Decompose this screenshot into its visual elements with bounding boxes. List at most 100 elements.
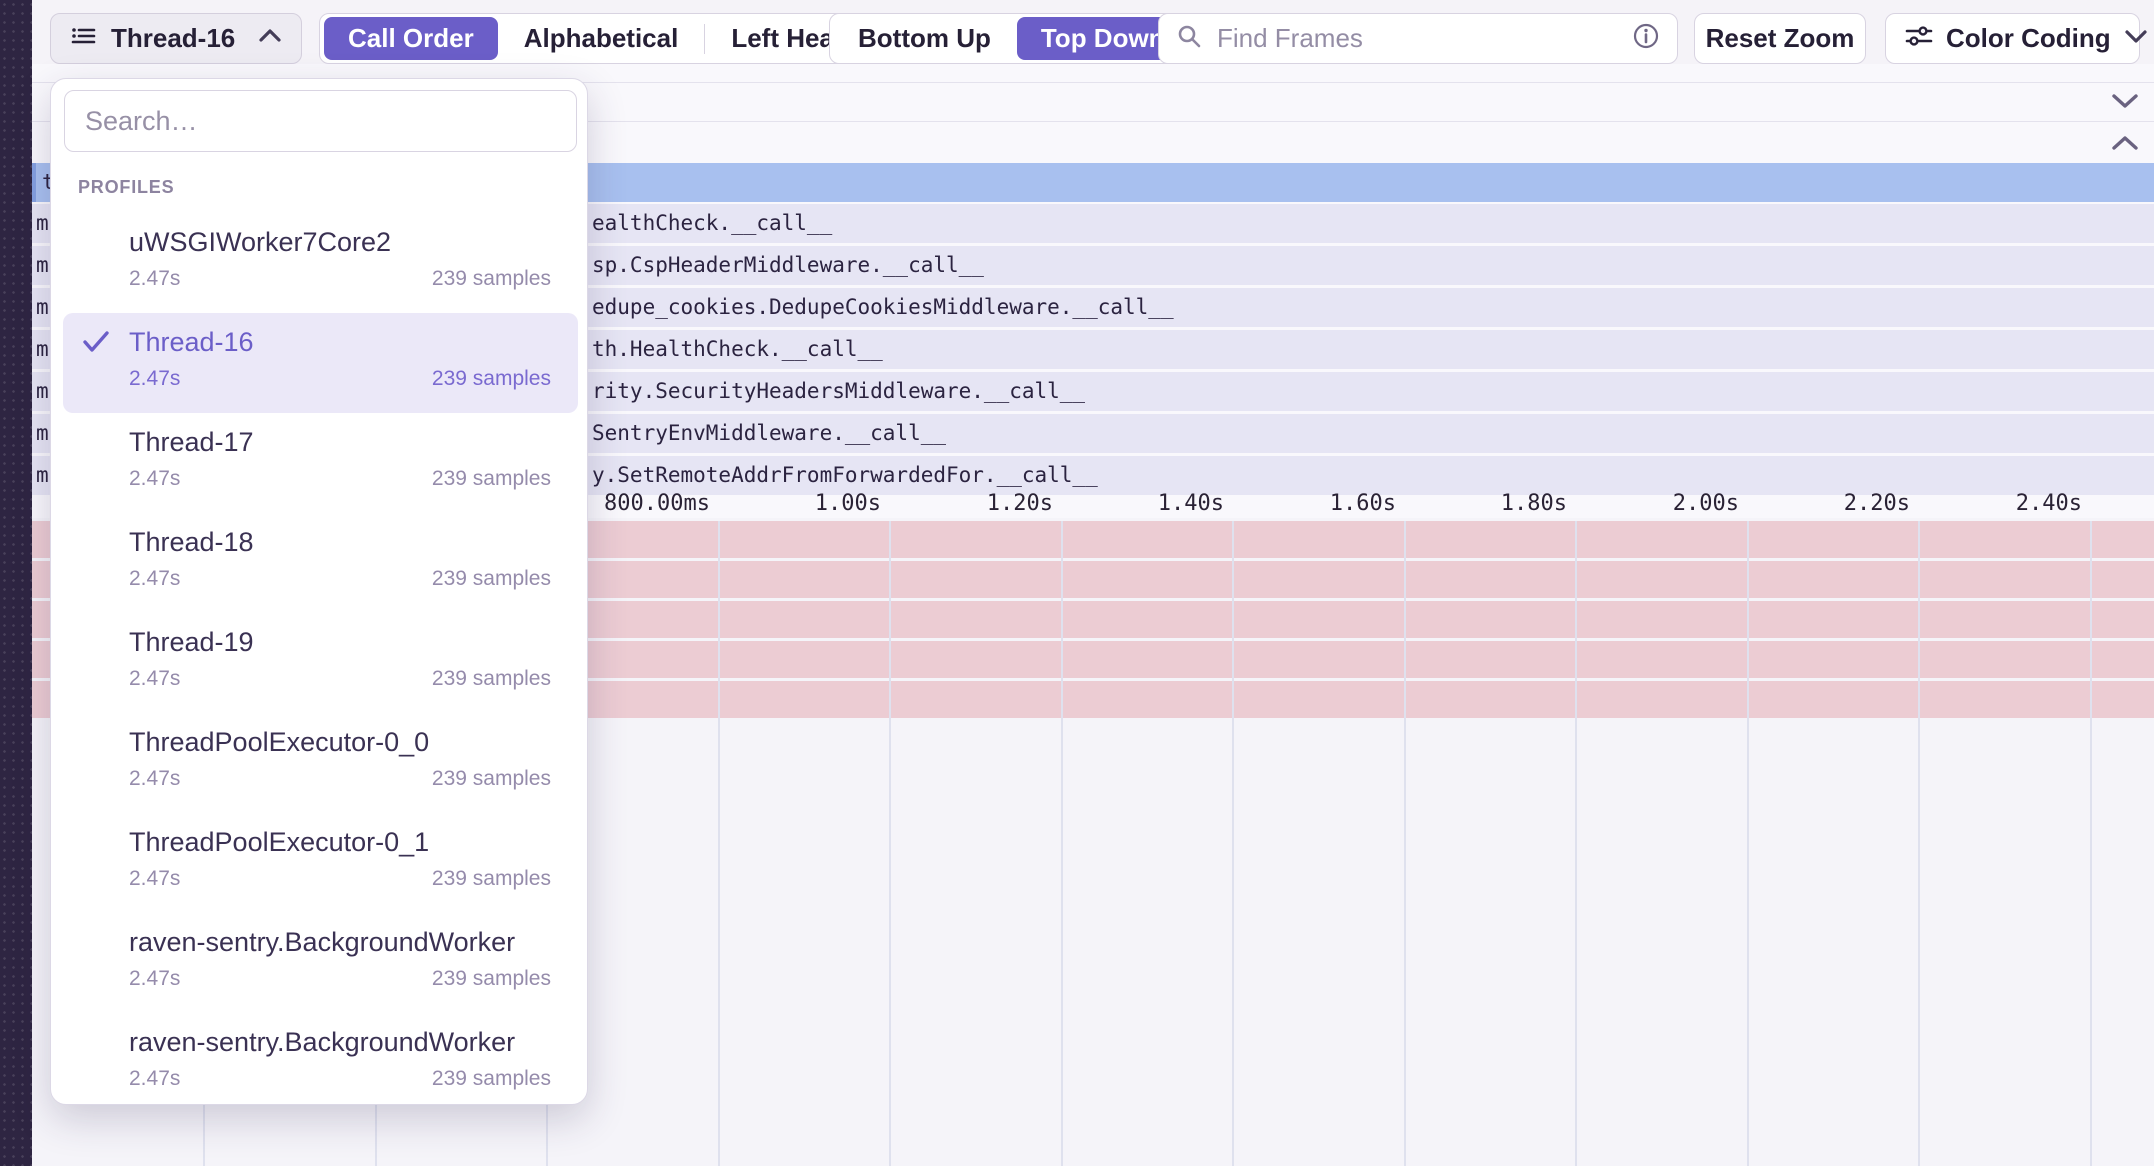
profile-option[interactable]: Thread-16 2.47s 239 samples — [63, 313, 578, 413]
chevron-down-icon — [2123, 27, 2149, 50]
time-gridline — [1232, 521, 1234, 1166]
profile-meta: 2.47s239 samples — [129, 667, 551, 691]
profile-sample-count: 239 samples — [432, 667, 551, 691]
frame-text-fragment: m — [36, 204, 49, 243]
profile-duration: 2.47s — [129, 367, 180, 391]
profile-option[interactable]: raven-sentry.BackgroundWorker 2.47s 239 sa… — [63, 913, 578, 1013]
profile-meta: 2.47s 239 samples — [129, 567, 551, 591]
profile-name: raven-sentry.BackgroundWorker — [129, 1027, 515, 1058]
profile-option[interactable]: Thread-18 2.47s 239 samples — [63, 513, 578, 613]
profile-duration: 2.47s — [129, 767, 180, 791]
toolbar: Thread-16 Call Order Alphabetical Left H… — [32, 0, 2154, 64]
profile-sample-count: 239 samples — [432, 867, 551, 891]
profile-meta: 2.47s 239 samples — [129, 367, 551, 391]
profile-meta: 2.47s 239 samples — [129, 867, 551, 891]
profile-name: Thread-16 — [129, 327, 254, 358]
app-sidebar — [0, 0, 32, 1166]
profile-name: Thread-19 — [129, 627, 254, 658]
profile-duration: 2.47s — [129, 467, 180, 491]
profile-duration: 2.47s — [129, 1067, 180, 1091]
time-gridline — [1747, 521, 1749, 1166]
axis-tick-label: 2.00s — [1577, 490, 1739, 518]
info-icon[interactable] — [1631, 21, 1661, 56]
dropdown-search-input[interactable] — [64, 90, 577, 152]
direction-option-bottom-up[interactable]: Bottom Up — [834, 17, 1015, 60]
time-gridline — [718, 521, 720, 1166]
profile-option[interactable]: raven-sentry.BackgroundWorker 2.47s 239 sa… — [63, 1013, 578, 1105]
axis-tick-label: 1.40s — [1062, 490, 1224, 518]
profile-duration: 2.47s — [129, 967, 180, 991]
time-gridline — [1575, 521, 1577, 1166]
profile-list: uWSGIWorker7Core22.47s239 samplesThread-… — [63, 213, 578, 1105]
color-coding-label: Color Coding — [1946, 23, 2111, 54]
profile-option[interactable]: Thread-19 2.47s239 samples — [63, 613, 578, 713]
profile-name: Thread-18 — [129, 527, 254, 558]
axis-tick-label: 1.60s — [1234, 490, 1396, 518]
profile-sample-count: 239 samples — [432, 467, 551, 491]
time-gridline — [1918, 521, 1920, 1166]
profile-meta: 2.47s 239 samples — [129, 967, 551, 991]
frame-text-fragment: sp.CspHeaderMiddleware.__call__ — [592, 246, 984, 285]
axis-tick-label: 2.40s — [1920, 490, 2082, 518]
profile-meta: 2.47s 239 samples — [129, 767, 551, 791]
profile-meta: 2.47s 239 samples — [129, 1067, 551, 1091]
profile-name: ThreadPoolExecutor-0_0 — [129, 727, 429, 758]
profile-duration: 2.47s — [129, 867, 180, 891]
frame-text-fragment: rity.SecurityHeadersMiddleware.__call__ — [592, 372, 1085, 411]
frame-text-fragment: m — [36, 414, 49, 453]
chevron-up-icon — [257, 27, 283, 50]
profile-option[interactable]: ThreadPoolExecutor-0_1 2.47s 239 samples — [63, 813, 578, 913]
chevron-down-icon[interactable] — [2108, 90, 2142, 117]
profile-sample-count: 239 samples — [432, 767, 551, 791]
sliders-icon — [1904, 22, 1934, 55]
time-gridline — [1404, 521, 1406, 1166]
profile-name: Thread-17 — [129, 427, 254, 458]
thread-selector-button[interactable]: Thread-16 — [50, 13, 302, 64]
profile-duration: 2.47s — [129, 267, 180, 291]
frame-text-fragment: m — [36, 246, 49, 285]
profile-name: raven-sentry.BackgroundWorker — [129, 927, 515, 958]
profile-sample-count: 239 samples — [432, 267, 551, 291]
time-gridline — [2090, 521, 2092, 1166]
color-coding-button[interactable]: Color Coding — [1885, 13, 2140, 64]
profile-option[interactable]: Thread-17 2.47s 239 samples — [63, 413, 578, 513]
time-gridline — [889, 521, 891, 1166]
profile-sample-count: 239 samples — [432, 567, 551, 591]
sort-option-alphabetical[interactable]: Alphabetical — [500, 17, 703, 60]
axis-tick-label: 1.20s — [891, 490, 1053, 518]
search-icon — [1175, 22, 1203, 55]
check-icon — [81, 329, 111, 360]
time-gridline — [1061, 521, 1063, 1166]
reset-zoom-button[interactable]: Reset Zoom — [1694, 13, 1866, 64]
find-frames-searchbox — [1158, 13, 1678, 64]
profile-name: ThreadPoolExecutor-0_1 — [129, 827, 429, 858]
profile-option[interactable]: ThreadPoolExecutor-0_0 2.47s 239 samples — [63, 713, 578, 813]
frame-text-fragment: edupe_cookies.DedupeCookiesMiddleware.__… — [592, 288, 1174, 327]
sort-order-control: Call Order Alphabetical Left Heavy — [319, 13, 892, 64]
sort-option-call-order[interactable]: Call Order — [324, 17, 498, 60]
profile-name: uWSGIWorker7Core2 — [129, 227, 391, 258]
thread-dropdown-panel: PROFILES uWSGIWorker7Core2 2.47s 239 sampl… — [50, 78, 588, 1105]
profile-sample-count: 239 samples — [432, 367, 551, 391]
profile-sample-count: 239 samples — [432, 1067, 551, 1091]
frame-text-fragment: ealthCheck.__call__ — [592, 204, 832, 243]
profile-sample-count: 239 samples — [432, 967, 551, 991]
chevron-up-icon[interactable] — [2108, 132, 2142, 159]
thread-list-icon — [69, 22, 97, 55]
profile-meta: 2.47s 239 samples — [129, 267, 551, 291]
find-frames-input[interactable] — [1215, 22, 1619, 55]
profiler-app: t mealthCheck.__call__msp.CspHeaderMiddl… — [0, 0, 2154, 1166]
frame-text-fragment: m — [36, 372, 49, 411]
profile-duration: 2.47s — [129, 567, 180, 591]
axis-tick-label: 1.00s — [719, 490, 881, 518]
axis-tick-label: 2.20s — [1748, 490, 1910, 518]
profiles-section-label: PROFILES — [78, 177, 174, 198]
reset-zoom-label: Reset Zoom — [1706, 23, 1855, 54]
thread-selector-label: Thread-16 — [111, 23, 243, 54]
frame-text-fragment: m — [36, 330, 49, 369]
frame-text-fragment: SentryEnvMiddleware.__call__ — [592, 414, 946, 453]
segment-divider — [704, 24, 705, 54]
profile-option[interactable]: uWSGIWorker7Core2 2.47s 239 samples — [63, 213, 578, 313]
axis-tick-label: 1.80s — [1405, 490, 1567, 518]
frame-text-fragment: th.HealthCheck.__call__ — [592, 330, 883, 369]
